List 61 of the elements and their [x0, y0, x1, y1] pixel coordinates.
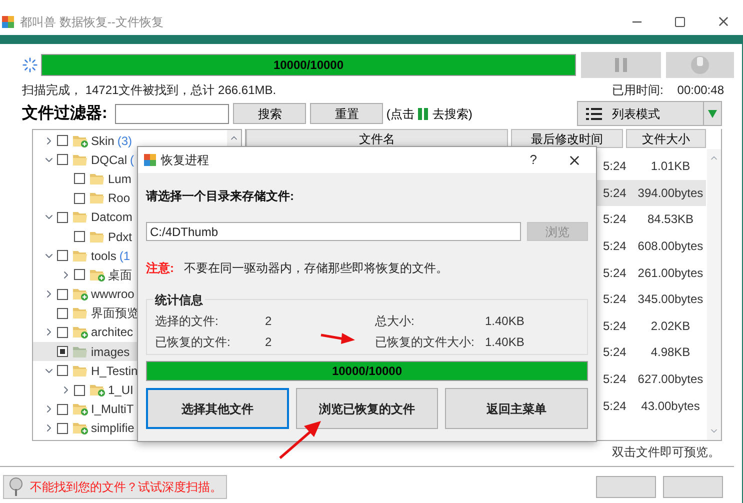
dialog-title: 恢复进程 [161, 152, 209, 169]
folder-name: Pdxt [108, 230, 132, 244]
folder-name: Skin [91, 134, 114, 148]
table-cell-text: 394.00bytes [636, 184, 704, 202]
stat-value: 1.40KB [485, 313, 524, 330]
table-cell-text: 43.00bytes [640, 398, 701, 415]
table-cell-text: 5:24 [603, 398, 628, 415]
note-label: 注意: [146, 260, 175, 277]
table-cell-text: 627.00bytes [636, 371, 704, 388]
table-cell-text: 608.00bytes [636, 238, 704, 256]
prompt-text: 请选择一个目录来存储文件: [146, 188, 295, 205]
table-cell-text: 4.98KB [650, 344, 692, 362]
stat-value: 2 [265, 334, 272, 351]
hint-text: (点击 [386, 106, 414, 122]
folder-name: 桌面 [108, 268, 132, 282]
folder-name: I_MultiT [91, 402, 134, 416]
folder-name: architec [91, 325, 134, 340]
elapsed-label: 已用时间: [612, 82, 664, 99]
table-cell-text: 345.00bytes [636, 291, 704, 308]
folder-name: Roo [108, 191, 130, 206]
table-cell-text: 5:24 [603, 318, 628, 335]
table-cell-text: 5:24 [603, 211, 628, 228]
folder-name: DQCal [91, 152, 128, 167]
window-title: 都叫兽 数据恢复--文件恢复 [20, 14, 164, 30]
table-cell-text: 5:24 [603, 371, 628, 388]
folder-name: wwwroo [91, 287, 134, 302]
file-count: ( [130, 152, 134, 167]
folder-name: Lum [108, 172, 132, 186]
table-cell-text: 5:24 [603, 291, 628, 308]
note-text: 不要在同一驱动器内，存储那些即将恢复的文件。 [184, 260, 448, 277]
table-cell-text: 5:24 [603, 238, 628, 256]
hint-text: 去搜索) [432, 106, 472, 122]
stat-label: 选择的文件: [155, 313, 218, 330]
stat-label: 总大小: [375, 313, 414, 330]
folder-name: 1_UI [108, 383, 134, 398]
filter-label: 文件过滤器: [22, 103, 108, 124]
file-count: (1 [119, 248, 130, 263]
table-cell-text: 5:24 [603, 264, 628, 282]
progress-text: 10000/10000 [330, 363, 404, 380]
stat-label: 已恢复的文件大小: [375, 334, 474, 351]
scan-status: 扫描完成， 14721文件被找到，总计 266.61MB. [22, 82, 276, 99]
preview-hint: 双击文件即可预览。 [612, 444, 720, 461]
file-count: (3) [117, 134, 132, 148]
stat-label: 已恢复的文件: [155, 334, 230, 351]
table-cell-text: 5:24 [603, 158, 628, 176]
folder-name: images [91, 344, 130, 359]
group-title: 统计信息 [153, 291, 205, 309]
elapsed-time: 00:00:48 [677, 82, 724, 99]
table-cell-text: 84.53KB [646, 211, 695, 228]
folder-name: Datcom [91, 210, 132, 224]
stat-value: 2 [265, 313, 272, 330]
folder-name: H_Testin [91, 364, 138, 378]
table-cell-text: 2.02KB [650, 318, 692, 335]
table-cell-text: 261.00bytes [636, 264, 704, 282]
folder-name: simplifie [91, 421, 134, 436]
folder-name: tools [91, 248, 116, 263]
table-cell-text: 1.01KB [650, 158, 692, 176]
table-cell-text: 5:24 [603, 184, 628, 202]
progress-text: 10000/10000 [272, 56, 345, 74]
stat-value: 1.40KB [485, 334, 524, 351]
table-cell-text: 5:24 [603, 344, 628, 362]
